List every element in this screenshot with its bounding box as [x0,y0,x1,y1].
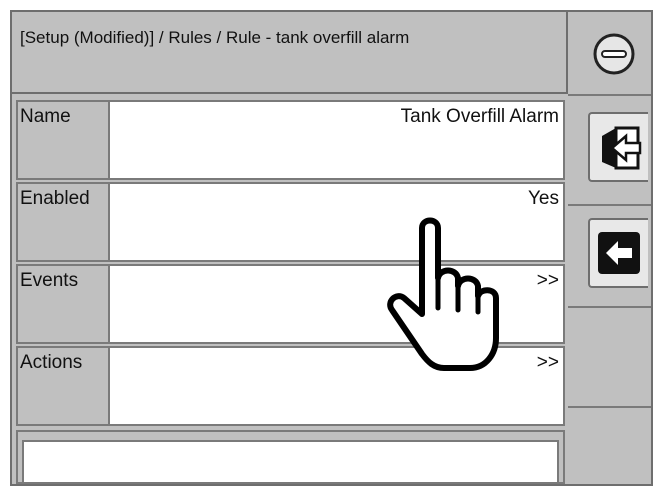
minus-circle-icon[interactable] [592,32,636,76]
side-toolbar [568,12,651,484]
row-value: Tank Overfill Alarm [400,106,559,127]
screen-frame: [Setup (Modified)] / Rules / Rule - tank… [10,10,653,486]
exit-door-icon [602,126,642,170]
breadcrumb-header: [Setup (Modified)] / Rules / Rule - tank… [12,12,568,94]
exit-button[interactable] [588,112,648,182]
row-enabled[interactable]: Enabled Yes [16,182,565,262]
row-events[interactable]: Events >> [16,264,565,344]
breadcrumb: [Setup (Modified)] / Rules / Rule - tank… [20,28,410,47]
toolbar-divider [568,204,651,206]
row-value: Yes [528,188,559,209]
row-value: >> [536,270,559,291]
toolbar-divider [568,94,651,96]
row-label: Events [18,266,110,342]
row-value: >> [536,352,559,373]
row-actions[interactable]: Actions >> [16,346,565,426]
back-arrow-icon [598,232,640,274]
bottom-field [16,430,565,484]
back-button[interactable] [588,218,648,288]
row-label: Name [18,102,110,178]
row-label: Enabled [18,184,110,260]
toolbar-divider [568,306,651,308]
row-label: Actions [18,348,110,424]
toolbar-divider [568,406,651,408]
row-name[interactable]: Name Tank Overfill Alarm [16,100,565,180]
bottom-field-inner [22,440,559,482]
